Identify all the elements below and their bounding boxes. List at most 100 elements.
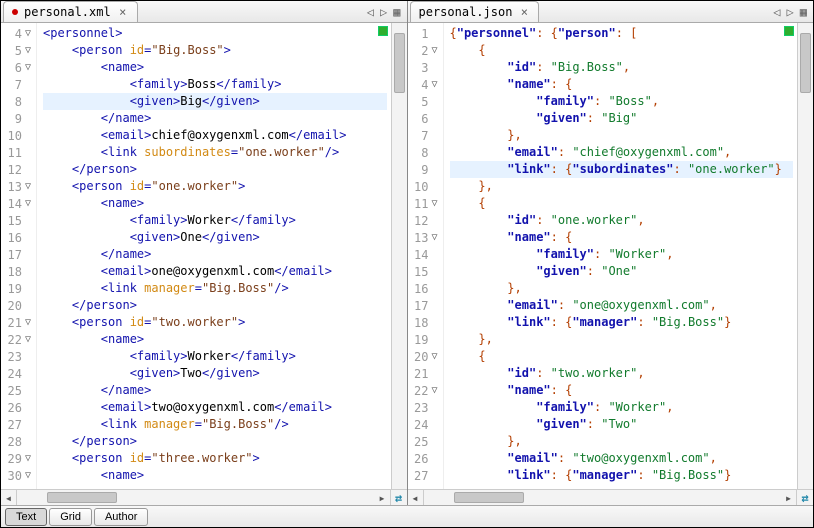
code-line[interactable]: <person id="two.worker"> — [43, 314, 387, 331]
sync-scroll-icon[interactable]: ⇄ — [391, 490, 407, 506]
code-line[interactable]: "link": {"subordinates": "one.worker"} — [450, 161, 794, 178]
code-line[interactable]: "link": {"manager": "Big.Boss"} — [450, 314, 794, 331]
left-tab[interactable]: personal.xml × — [3, 1, 138, 22]
right-horizontal-scrollbar[interactable]: ◂ ▸ ⇄ — [408, 489, 814, 505]
code-line[interactable]: <person id="three.worker"> — [43, 450, 387, 467]
right-tab[interactable]: personal.json × — [410, 1, 540, 22]
left-code[interactable]: <personnel> <person id="Big.Boss"> <name… — [37, 23, 391, 486]
next-tab-icon[interactable]: ▷ — [380, 5, 387, 19]
code-line[interactable]: <name> — [43, 59, 387, 76]
code-line[interactable]: </name> — [43, 110, 387, 127]
prev-tab-icon[interactable]: ◁ — [773, 5, 780, 19]
left-code-area[interactable]: <personnel> <person id="Big.Boss"> <name… — [37, 23, 391, 489]
tab-list-icon[interactable]: ▦ — [393, 5, 400, 19]
code-line[interactable]: <email>one@oxygenxml.com</email> — [43, 263, 387, 280]
code-line[interactable]: <given>Big</given> — [43, 93, 387, 110]
fold-icon[interactable]: ▽ — [22, 198, 34, 209]
scroll-left-icon[interactable]: ◂ — [408, 490, 424, 506]
left-vertical-scrollbar[interactable] — [391, 23, 407, 489]
fold-icon[interactable]: ▽ — [22, 62, 34, 73]
code-line[interactable]: { — [450, 195, 794, 212]
scroll-thumb[interactable] — [800, 33, 811, 93]
code-line[interactable]: "given": "Big" — [450, 110, 794, 127]
code-line[interactable]: }, — [450, 331, 794, 348]
code-line[interactable]: <person id="one.worker"> — [43, 178, 387, 195]
fold-icon[interactable]: ▽ — [429, 79, 441, 90]
code-line[interactable]: <link manager="Big.Boss"/> — [43, 280, 387, 297]
fold-icon[interactable]: ▽ — [22, 470, 34, 481]
code-line[interactable]: <person id="Big.Boss"> — [43, 42, 387, 59]
mode-grid-button[interactable]: Grid — [49, 508, 92, 526]
right-code-area[interactable]: {"personnel": {"person": [ { "id": "Big.… — [444, 23, 798, 489]
fold-icon[interactable]: ▽ — [429, 198, 441, 209]
left-horizontal-scrollbar[interactable]: ◂ ▸ ⇄ — [1, 489, 407, 505]
scroll-left-icon[interactable]: ◂ — [1, 490, 17, 506]
code-line[interactable]: </person> — [43, 297, 387, 314]
fold-icon[interactable]: ▽ — [22, 181, 34, 192]
scroll-thumb[interactable] — [47, 492, 117, 503]
code-line[interactable]: <email>two@oxygenxml.com</email> — [43, 399, 387, 416]
code-line[interactable]: <family>Worker</family> — [43, 348, 387, 365]
scroll-right-icon[interactable]: ▸ — [781, 490, 797, 506]
code-line[interactable]: }, — [450, 127, 794, 144]
next-tab-icon[interactable]: ▷ — [787, 5, 794, 19]
fold-icon[interactable]: ▽ — [22, 453, 34, 464]
scroll-right-icon[interactable]: ▸ — [375, 490, 391, 506]
code-line[interactable]: <family>Boss</family> — [43, 76, 387, 93]
code-line[interactable]: "id": "Big.Boss", — [450, 59, 794, 76]
code-line[interactable]: <link manager="Big.Boss"/> — [43, 416, 387, 433]
fold-icon[interactable]: ▽ — [22, 334, 34, 345]
code-line[interactable]: }, — [450, 433, 794, 450]
tab-list-icon[interactable]: ▦ — [800, 5, 807, 19]
fold-icon[interactable]: ▽ — [429, 232, 441, 243]
code-line[interactable]: "name": { — [450, 382, 794, 399]
code-line[interactable]: </name> — [43, 382, 387, 399]
fold-icon[interactable]: ▽ — [429, 45, 441, 56]
code-line[interactable]: </name> — [43, 246, 387, 263]
mode-author-button[interactable]: Author — [94, 508, 148, 526]
code-line[interactable]: "name": { — [450, 76, 794, 93]
code-line[interactable]: "family": "Worker", — [450, 399, 794, 416]
code-line[interactable]: </person> — [43, 433, 387, 450]
code-line[interactable]: <email>chief@oxygenxml.com</email> — [43, 127, 387, 144]
right-vertical-scrollbar[interactable] — [797, 23, 813, 489]
code-line[interactable]: <given>One</given> — [43, 229, 387, 246]
code-line[interactable]: "given": "Two" — [450, 416, 794, 433]
code-line[interactable]: "given": "One" — [450, 263, 794, 280]
code-line[interactable]: "email": "two@oxygenxml.com", — [450, 450, 794, 467]
code-line[interactable]: "email": "chief@oxygenxml.com", — [450, 144, 794, 161]
close-icon[interactable]: × — [518, 6, 530, 18]
code-line[interactable]: }, — [450, 280, 794, 297]
code-line[interactable]: {"personnel": {"person": [ — [450, 25, 794, 42]
fold-icon[interactable]: ▽ — [22, 317, 34, 328]
code-line[interactable]: "id": "two.worker", — [450, 365, 794, 382]
code-line[interactable]: "email": "one@oxygenxml.com", — [450, 297, 794, 314]
code-line[interactable]: { — [450, 348, 794, 365]
code-line[interactable]: <given>Two</given> — [43, 365, 387, 382]
scroll-thumb[interactable] — [394, 33, 405, 93]
mode-text-button[interactable]: Text — [5, 508, 47, 526]
code-line[interactable]: <name> — [43, 331, 387, 348]
fold-icon[interactable]: ▽ — [429, 385, 441, 396]
code-line[interactable]: <name> — [43, 467, 387, 484]
fold-icon[interactable]: ▽ — [429, 351, 441, 362]
code-line[interactable]: <family>Worker</family> — [43, 212, 387, 229]
code-line[interactable]: "id": "one.worker", — [450, 212, 794, 229]
scroll-thumb[interactable] — [454, 492, 524, 503]
code-line[interactable]: <link subordinates="one.worker"/> — [43, 144, 387, 161]
code-line[interactable]: "link": {"manager": "Big.Boss"} — [450, 467, 794, 484]
code-line[interactable]: "family": "Boss", — [450, 93, 794, 110]
code-line[interactable]: <name> — [43, 195, 387, 212]
right-code[interactable]: {"personnel": {"person": [ { "id": "Big.… — [444, 23, 798, 486]
code-line[interactable]: </person> — [43, 161, 387, 178]
fold-icon[interactable]: ▽ — [22, 28, 34, 39]
code-line[interactable]: "name": { — [450, 229, 794, 246]
code-line[interactable]: }, — [450, 178, 794, 195]
code-line[interactable]: "family": "Worker", — [450, 246, 794, 263]
fold-icon[interactable]: ▽ — [22, 45, 34, 56]
code-line[interactable]: <personnel> — [43, 25, 387, 42]
code-line[interactable]: { — [450, 42, 794, 59]
sync-scroll-icon[interactable]: ⇄ — [797, 490, 813, 506]
prev-tab-icon[interactable]: ◁ — [367, 5, 374, 19]
close-icon[interactable]: × — [117, 6, 129, 18]
